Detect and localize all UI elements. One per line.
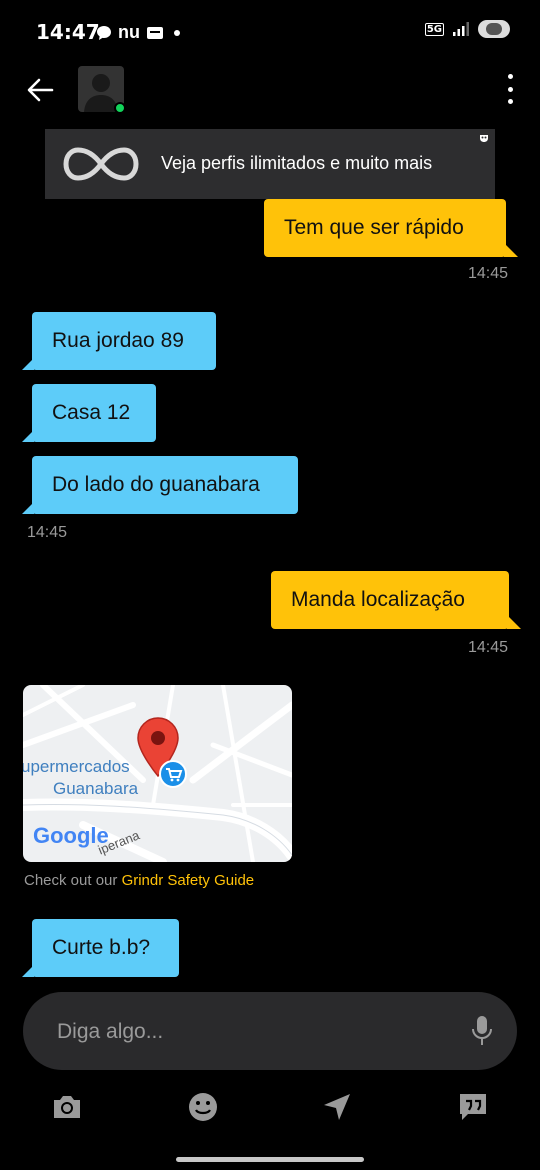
upgrade-banner[interactable]: Veja perfis ilimitados e muito mais — [45, 129, 495, 199]
more-options-button[interactable] — [504, 74, 516, 104]
location-map-preview[interactable]: upermercados Guanabara iperana Google — [23, 685, 292, 862]
map-place-label: upermercados — [23, 757, 130, 776]
mask-icon — [480, 135, 488, 142]
message-text: Manda localização — [291, 588, 465, 611]
wallet-icon — [147, 26, 163, 39]
back-button[interactable] — [22, 72, 58, 108]
saved-phrases-icon[interactable] — [456, 1090, 490, 1124]
message-bubble-incoming[interactable]: Curte b.b? — [22, 919, 179, 977]
safety-prefix: Check out our — [24, 872, 122, 889]
google-logo: Google — [33, 823, 109, 848]
chat-header — [0, 62, 540, 122]
signal-icon — [453, 22, 469, 36]
menu-dot — [507, 74, 513, 79]
notification-icons: nu — [96, 22, 184, 43]
message-text: Tem que ser rápido — [284, 216, 464, 239]
chat-bubble-icon — [97, 25, 111, 40]
message-bubble-outgoing[interactable]: Tem que ser rápido — [264, 199, 518, 257]
message-bubble-incoming[interactable]: Do lado do guanabara — [22, 456, 298, 514]
message-bubble-outgoing[interactable]: Manda localização — [271, 571, 521, 629]
message-text: Do lado do guanabara — [52, 473, 260, 496]
safety-guide-link[interactable]: Grindr Safety Guide — [122, 872, 255, 889]
microphone-icon[interactable] — [471, 1015, 493, 1047]
banner-text: Veja perfis ilimitados e muito mais — [161, 153, 433, 173]
status-bar: 14:47 nu 5G — [0, 0, 540, 62]
5g-icon: 5G — [424, 22, 444, 36]
menu-dot — [507, 86, 513, 92]
dot-icon — [174, 29, 180, 36]
location-arrow-icon[interactable] — [320, 1090, 354, 1124]
home-indicator[interactable] — [176, 1157, 364, 1162]
message-text: Casa 12 — [52, 401, 131, 424]
message-timestamp: 14:45 — [27, 524, 68, 541]
menu-dot — [507, 99, 513, 104]
infinity-icon — [63, 147, 139, 181]
online-status-indicator — [114, 102, 126, 114]
message-input-placeholder: Diga algo... — [57, 1020, 164, 1043]
shopping-cart-icon — [159, 760, 187, 788]
message-text: Rua jordao 89 — [52, 329, 184, 352]
map-place-label: Guanabara — [53, 779, 139, 798]
nu-icon: nu — [118, 22, 140, 42]
message-timestamp: 14:45 — [468, 265, 509, 282]
safety-guide-note: Check out our Grindr Safety Guide — [24, 872, 254, 889]
message-text: Curte b.b? — [52, 936, 151, 959]
chat-toolbar — [0, 1090, 540, 1130]
camera-icon[interactable] — [50, 1090, 84, 1124]
battery-icon — [478, 20, 510, 38]
message-timestamp: 14:45 — [468, 639, 509, 656]
message-input[interactable]: Diga algo... — [23, 992, 517, 1070]
arrow-left-icon — [27, 78, 54, 102]
message-bubble-incoming[interactable]: Rua jordao 89 — [22, 312, 216, 370]
status-time: 14:47 — [36, 20, 100, 44]
message-bubble-incoming[interactable]: Casa 12 — [22, 384, 156, 442]
system-icons: 5G — [424, 20, 510, 38]
emoji-icon[interactable] — [186, 1090, 220, 1124]
